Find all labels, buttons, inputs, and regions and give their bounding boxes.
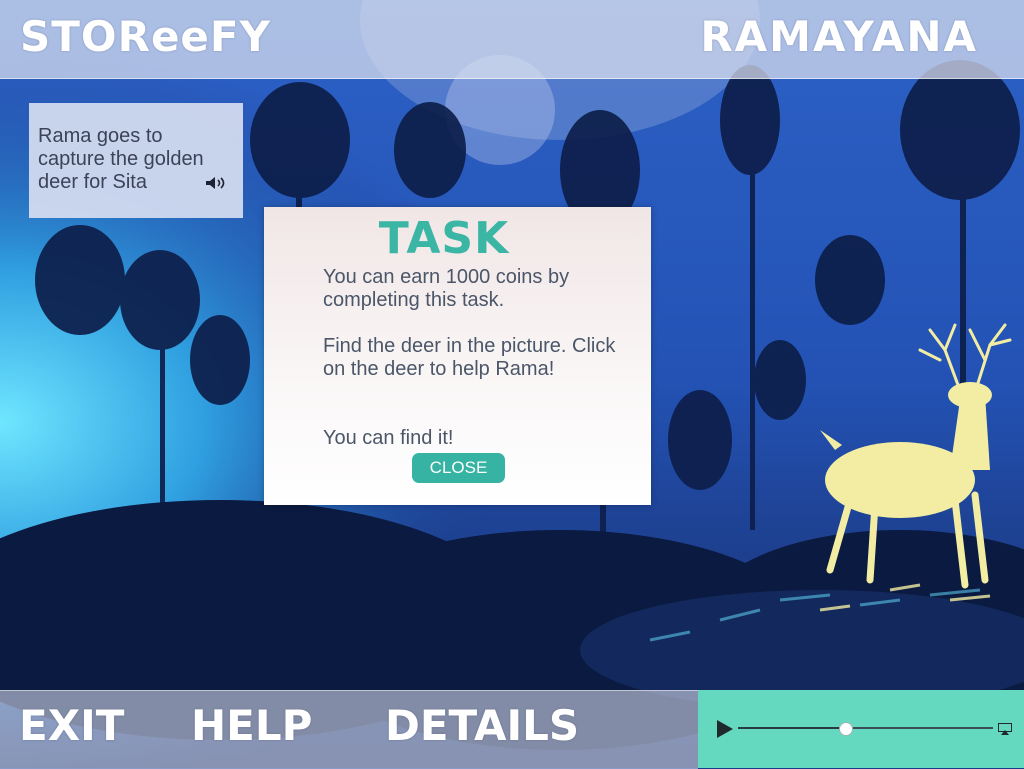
top-bar: STOReeFY RAMAYANA [0, 0, 1024, 79]
task-reward-text: You can earn 1000 coins by completing th… [323, 266, 570, 311]
scene-caption: Rama goes to capture the golden deer for… [29, 103, 243, 218]
progress-thumb[interactable] [839, 722, 854, 736]
task-encouragement-text: You can find it! [323, 427, 454, 449]
task-instructions-text: Find the deer in the picture. Click on t… [323, 335, 616, 380]
speaker-icon[interactable] [205, 176, 227, 190]
story-title: RAMAYANA [700, 12, 978, 61]
play-icon[interactable] [716, 719, 734, 739]
details-button[interactable]: DETAILS [385, 701, 579, 750]
exit-button[interactable]: EXIT [19, 701, 124, 750]
progress-fill [738, 727, 846, 729]
progress-track[interactable] [738, 722, 993, 736]
close-button[interactable]: CLOSE [412, 453, 505, 483]
task-dialog-title: TASK [378, 213, 510, 264]
audio-player [698, 690, 1024, 768]
help-button[interactable]: HELP [191, 701, 312, 750]
airplay-icon[interactable] [998, 723, 1012, 735]
caption-text: Rama goes to capture the golden deer for… [38, 125, 204, 193]
bottom-nav-bar: EXIT HELP DETAILS [0, 690, 698, 769]
app-logo-title: STOReeFY [20, 12, 272, 61]
task-dialog: TASK You can earn 1000 coins by completi… [264, 207, 651, 505]
